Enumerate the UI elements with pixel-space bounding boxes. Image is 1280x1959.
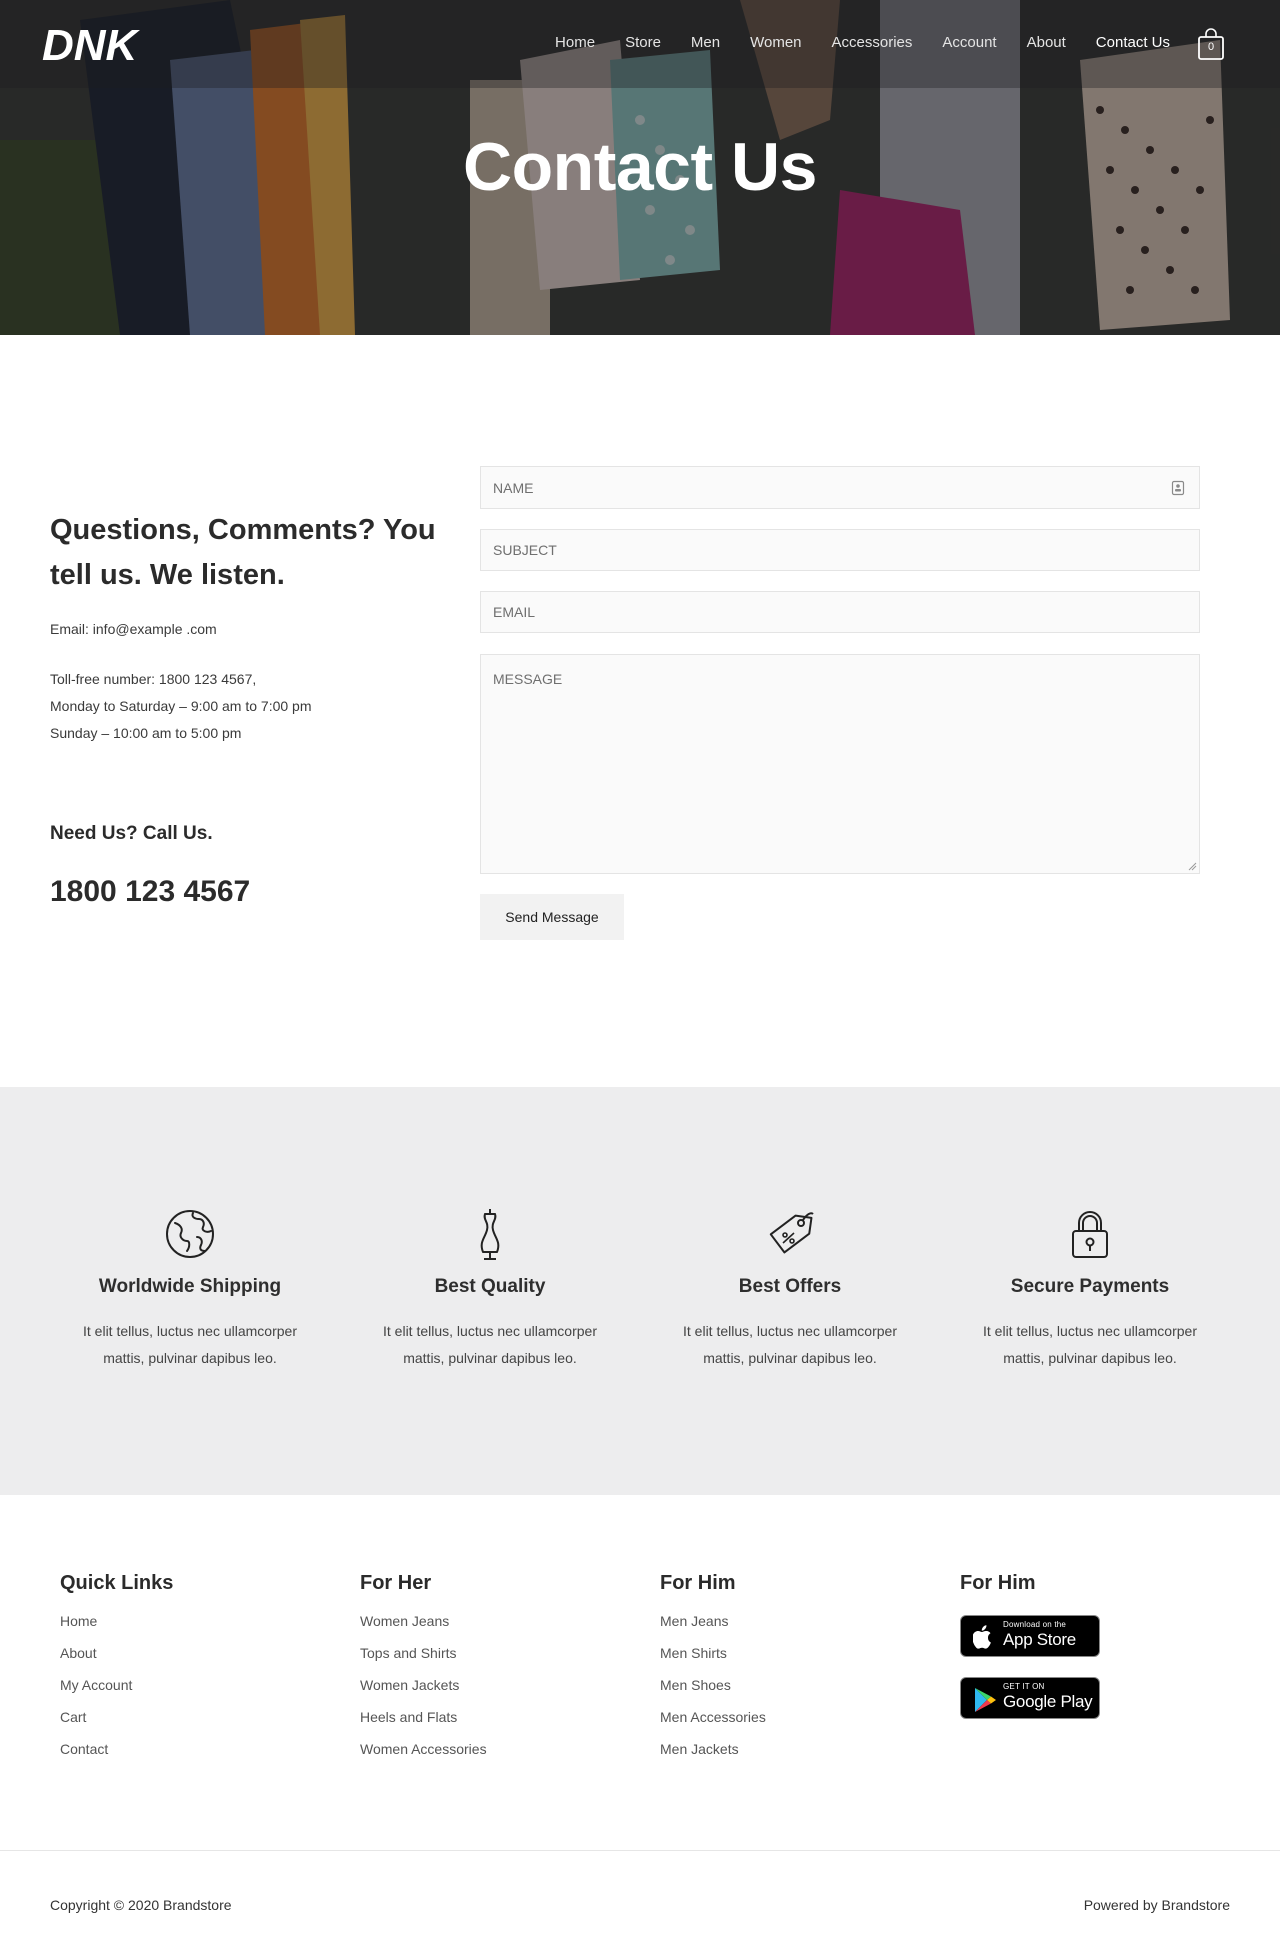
footer-heading: For Him bbox=[660, 1572, 736, 1594]
footer-link-tops-and-shirts[interactable]: Tops and Shirts bbox=[360, 1645, 487, 1677]
contact-card-icon[interactable] bbox=[1171, 480, 1185, 496]
email-placeholder: EMAIL bbox=[493, 604, 536, 620]
mannequin-icon bbox=[480, 1209, 500, 1260]
weekday-hours: Monday to Saturday – 9:00 am to 7:00 pm bbox=[50, 698, 312, 714]
feature-description: It elit tellus, luctus nec ullamcorper m… bbox=[640, 1318, 940, 1372]
resize-grip-icon[interactable] bbox=[1187, 861, 1197, 871]
nav-about[interactable]: About bbox=[1027, 34, 1066, 51]
app-store-badge[interactable]: Download on the App Store bbox=[960, 1615, 1100, 1657]
cart-count: 0 bbox=[1207, 41, 1215, 53]
feature-secure-payments: Secure Payments It elit tellus, luctus n… bbox=[940, 1207, 1240, 1372]
contact-heading: Questions, Comments? You tell us. We lis… bbox=[50, 514, 436, 591]
call-number[interactable]: 1800 123 4567 bbox=[50, 875, 250, 909]
sunday-hours: Sunday – 10:00 am to 5:00 pm bbox=[50, 725, 242, 741]
main-nav: Home Store Men Women Accessories Account… bbox=[525, 34, 1170, 51]
footer-heading: For Him bbox=[960, 1572, 1036, 1594]
footer-heading: For Her bbox=[360, 1572, 432, 1594]
feature-worldwide-shipping: Worldwide Shipping It elit tellus, luctu… bbox=[40, 1207, 340, 1372]
nav-men[interactable]: Men bbox=[691, 34, 720, 51]
globe-icon bbox=[166, 1210, 214, 1258]
footer-link-home[interactable]: Home bbox=[60, 1613, 173, 1645]
page-title: Contact Us bbox=[463, 129, 817, 205]
cart-button[interactable]: 0 bbox=[1197, 27, 1225, 61]
feature-desc-line: It elit tellus, luctus nec ullamcorper bbox=[683, 1323, 897, 1339]
dnk-logo[interactable]: DNK bbox=[40, 18, 158, 68]
feature-desc-line: mattis, pulvinar dapibus leo. bbox=[103, 1350, 277, 1366]
call-label: Need Us? Call Us. bbox=[50, 823, 213, 844]
name-field[interactable]: NAME bbox=[480, 466, 1200, 509]
footer-link-about[interactable]: About bbox=[60, 1645, 173, 1677]
app-store-small-text: Download on the bbox=[1003, 1620, 1067, 1629]
footer-heading: Quick Links bbox=[60, 1572, 174, 1594]
footer-apps: For Him bbox=[960, 1572, 1036, 1613]
footer-link-contact[interactable]: Contact bbox=[60, 1741, 173, 1773]
feature-desc-line: mattis, pulvinar dapibus leo. bbox=[1003, 1350, 1177, 1366]
footer-link-my-account[interactable]: My Account bbox=[60, 1677, 173, 1709]
feature-best-quality: Best Quality It elit tellus, luctus nec … bbox=[340, 1207, 640, 1372]
contact-email: Email: info@example .com bbox=[50, 621, 217, 637]
footer-link-cart[interactable]: Cart bbox=[60, 1709, 173, 1741]
contact-hours: Toll-free number: 1800 123 4567, Monday … bbox=[50, 666, 312, 747]
footer-link-men-accessories[interactable]: Men Accessories bbox=[660, 1709, 766, 1741]
feature-title: Secure Payments bbox=[1010, 1276, 1170, 1297]
nav-women[interactable]: Women bbox=[750, 34, 801, 51]
google-play-badge[interactable]: GET IT ON Google Play bbox=[960, 1677, 1100, 1719]
feature-desc-line: mattis, pulvinar dapibus leo. bbox=[403, 1350, 577, 1366]
google-play-icon bbox=[975, 1688, 996, 1712]
feature-title: Best Quality bbox=[434, 1276, 546, 1297]
feature-desc-line: It elit tellus, luctus nec ullamcorper bbox=[983, 1323, 1197, 1339]
feature-title: Worldwide Shipping bbox=[98, 1276, 282, 1297]
features-section: Worldwide Shipping It elit tellus, luctu… bbox=[0, 1087, 1280, 1495]
copyright-text: Copyright © 2020 Brandstore bbox=[50, 1897, 232, 1913]
feature-description: It elit tellus, luctus nec ullamcorper m… bbox=[340, 1318, 640, 1372]
send-message-button[interactable]: Send Message bbox=[480, 894, 624, 940]
subject-placeholder: SUBJECT bbox=[493, 542, 557, 558]
price-tag-icon bbox=[769, 1212, 814, 1254]
feature-description: It elit tellus, luctus nec ullamcorper m… bbox=[940, 1318, 1240, 1372]
padlock-icon bbox=[1072, 1211, 1108, 1258]
feature-desc-line: It elit tellus, luctus nec ullamcorper bbox=[83, 1323, 297, 1339]
message-placeholder: MESSAGE bbox=[493, 671, 563, 687]
app-store-big-text: App Store bbox=[1003, 1630, 1076, 1649]
footer-for-him: For Him Men Jeans Men Shirts Men Shoes M… bbox=[660, 1572, 766, 1773]
footer-for-her: For Her Women Jeans Tops and Shirts Wome… bbox=[360, 1572, 487, 1773]
nav-store[interactable]: Store bbox=[625, 34, 661, 51]
nav-contact-us[interactable]: Contact Us bbox=[1096, 34, 1170, 51]
tollfree-line: Toll-free number: 1800 123 4567, bbox=[50, 671, 257, 687]
footer-link-men-jeans[interactable]: Men Jeans bbox=[660, 1613, 766, 1645]
footer-link-men-shoes[interactable]: Men Shoes bbox=[660, 1677, 766, 1709]
google-play-small-text: GET IT ON bbox=[1003, 1682, 1045, 1691]
email-field[interactable]: EMAIL bbox=[480, 591, 1200, 633]
footer-link-men-jackets[interactable]: Men Jackets bbox=[660, 1741, 766, 1773]
footer-quick-links: Quick Links Home About My Account Cart C… bbox=[60, 1572, 173, 1773]
contact-info: Questions, Comments? You tell us. We lis… bbox=[50, 508, 450, 598]
feature-description: It elit tellus, luctus nec ullamcorper m… bbox=[40, 1318, 340, 1372]
footer-link-women-accessories[interactable]: Women Accessories bbox=[360, 1741, 487, 1773]
feature-title: Best Offers bbox=[738, 1276, 842, 1297]
footer-link-women-jackets[interactable]: Women Jackets bbox=[360, 1677, 487, 1709]
powered-by-text[interactable]: Powered by Brandstore bbox=[1084, 1897, 1230, 1913]
feature-best-offers: Best Offers It elit tellus, luctus nec u… bbox=[640, 1207, 940, 1372]
footer-link-heels-and-flats[interactable]: Heels and Flats bbox=[360, 1709, 487, 1741]
feature-desc-line: mattis, pulvinar dapibus leo. bbox=[703, 1350, 877, 1366]
nav-home[interactable]: Home bbox=[555, 34, 595, 51]
footer-link-men-shirts[interactable]: Men Shirts bbox=[660, 1645, 766, 1677]
feature-desc-line: It elit tellus, luctus nec ullamcorper bbox=[383, 1323, 597, 1339]
apple-icon bbox=[973, 1625, 991, 1649]
google-play-big-text: Google Play bbox=[1003, 1692, 1093, 1711]
dnk-logo-text: DNK bbox=[42, 21, 141, 68]
subject-field[interactable]: SUBJECT bbox=[480, 529, 1200, 571]
nav-account[interactable]: Account bbox=[942, 34, 996, 51]
nav-accessories[interactable]: Accessories bbox=[832, 34, 913, 51]
footer-divider bbox=[0, 1850, 1280, 1851]
footer-link-women-jeans[interactable]: Women Jeans bbox=[360, 1613, 487, 1645]
hero-banner: DNK Home Store Men Women Accessories Acc… bbox=[0, 0, 1280, 335]
name-placeholder: NAME bbox=[493, 479, 534, 496]
message-field[interactable]: MESSAGE bbox=[480, 654, 1200, 874]
